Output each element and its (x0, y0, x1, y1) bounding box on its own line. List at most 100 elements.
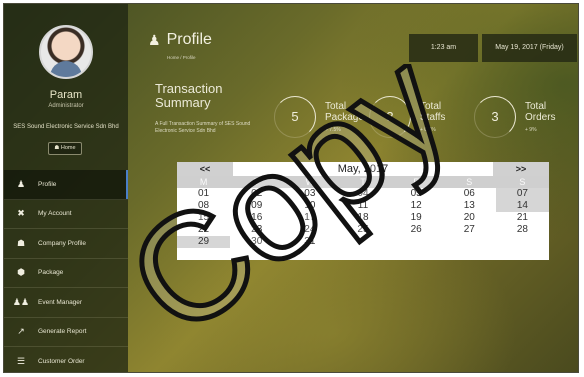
weekday-header: F (389, 176, 443, 188)
weekday-header: W (283, 176, 337, 188)
stat-label-line1: Total (325, 101, 347, 112)
calendar-day[interactable]: 09 (230, 200, 283, 212)
stat-value: 5 (291, 109, 299, 124)
sidebar: Param Administrator SES Sound Electronic… (4, 4, 128, 372)
calendar-day[interactable]: 08 (177, 200, 230, 212)
sidebar-item-label: Package (38, 269, 64, 277)
calendar-day[interactable]: 31 (283, 236, 336, 248)
calendar-day[interactable]: 07 (495, 188, 549, 200)
people-icon: ♟♟ (12, 296, 30, 307)
summary-description: A Full Transaction Summary of SES Sound … (155, 121, 251, 134)
calendar-day[interactable]: 03 (283, 188, 336, 200)
person-icon: ♟ (16, 178, 26, 189)
calendar-day[interactable]: 25 (336, 224, 389, 236)
home-icon: ☗ (54, 145, 60, 151)
calendar-day[interactable]: 23 (230, 224, 283, 236)
weekday-header: M (177, 176, 231, 188)
list-icon: ☰ (16, 355, 26, 366)
calendar-day[interactable]: 01 (177, 188, 230, 200)
stat-total-orders: 3 Total Orders + 9% (473, 95, 569, 140)
sidebar-item-label: Profile (38, 180, 57, 188)
stat-delta: + 7.5% (325, 127, 341, 133)
weekday-header: S (495, 176, 549, 188)
breadcrumb: Home / Profile (167, 55, 196, 60)
sidebar-item-label: Customer Order (38, 357, 85, 365)
clock-time: 1:23 am (409, 34, 478, 62)
calendar-day[interactable]: 30 (230, 236, 283, 248)
person-icon: ♟ (148, 31, 161, 48)
calendar-day[interactable]: 11 (336, 200, 389, 212)
calendar-day[interactable]: 06 (443, 188, 496, 200)
calendar-day[interactable]: 28 (496, 224, 549, 236)
home-button-label: Home (60, 145, 76, 151)
stat-label: Total Orders (525, 101, 556, 123)
calendar-day[interactable]: 22 (177, 224, 230, 236)
sidebar-item-my-account[interactable]: ✖ My Account (4, 200, 128, 229)
summary-title: Transaction Summary (155, 81, 223, 110)
calendar-day[interactable]: 26 (390, 224, 443, 236)
sidebar-item-event-manager[interactable]: ♟♟ Event Manager (4, 288, 128, 318)
calendar-header: << May, 2017 >> (177, 162, 549, 176)
calendar-day[interactable]: 16 (230, 212, 283, 224)
avatar (39, 25, 93, 79)
weekday-header: T (336, 176, 390, 188)
calendar-day[interactable]: 10 (283, 200, 336, 212)
calendar-day[interactable]: 18 (336, 212, 389, 224)
calendar-day[interactable]: 13 (443, 200, 496, 212)
calendar-day[interactable]: 12 (390, 200, 443, 212)
calendar-day[interactable]: 14 (495, 200, 549, 212)
calendar-day[interactable]: 24 (283, 224, 336, 236)
sidebar-item-label: Generate Report (38, 328, 87, 336)
user-company: SES Sound Electronic Service Sdn Bhd (13, 124, 119, 130)
calendar-next-button[interactable]: >> (493, 162, 549, 176)
stat-delta: + 9% (525, 127, 537, 133)
calendar-day[interactable]: 02 (230, 188, 283, 200)
sidebar-item-profile[interactable]: ♟ Profile (4, 170, 128, 200)
calendar-day[interactable]: 27 (443, 224, 496, 236)
calendar: << May, 2017 >> M T W T F S S 01 02 03 04 05 06 07 08 0… (177, 162, 549, 260)
stat-total-package: 5 Total Package + 7.5% (273, 95, 369, 140)
calendar-day[interactable]: 29 (177, 236, 231, 248)
stat-label-line2: Orders (525, 112, 556, 123)
page-title: ♟ Profile (148, 31, 212, 49)
sidebar-nav: ♟ Profile ✖ My Account ☗ Company Profile… (4, 170, 128, 372)
calendar-day[interactable]: 21 (496, 212, 549, 224)
calendar-empty-cell (496, 236, 549, 248)
stat-label: Total Staffs (420, 101, 445, 123)
user-role: Administrator (48, 103, 84, 109)
stat-value: 3 (491, 109, 499, 124)
stat-label-line1: Total (420, 101, 442, 112)
clock-date: May 19, 2017 (Friday) (482, 34, 577, 62)
weekday-header: T (230, 176, 284, 188)
user-name: Param (49, 89, 83, 101)
calendar-month-title: May, 2017 (337, 163, 389, 175)
stat-label-line2: Package (325, 112, 364, 123)
tools-icon: ✖ (17, 208, 25, 219)
stat-value: 3 (386, 109, 394, 124)
app-window: Param Administrator SES Sound Electronic… (3, 3, 579, 373)
sidebar-item-label: My Account (38, 210, 72, 218)
sidebar-item-customer-order[interactable]: ☰ Customer Order (4, 347, 128, 372)
calendar-day[interactable]: 05 (390, 188, 443, 200)
home-button[interactable]: ☗ Home (48, 142, 82, 155)
sidebar-item-package[interactable]: ⬢ Package (4, 259, 128, 288)
calendar-empty-cell (443, 236, 496, 248)
calendar-day[interactable]: 17 (283, 212, 336, 224)
calendar-day[interactable]: 20 (443, 212, 496, 224)
calendar-empty-cell (336, 236, 389, 248)
calendar-prev-button[interactable]: << (177, 162, 233, 176)
calendar-empty-cell (390, 236, 443, 248)
stat-total-staffs: 3 Total Staffs + 0.6% (368, 95, 464, 140)
calendar-grid: M T W T F S S 01 02 03 04 05 06 07 08 09 10 11 12 13 14 15 16 1… (177, 176, 549, 248)
sidebar-item-label: Company Profile (38, 239, 87, 247)
calendar-day[interactable]: 15 (177, 212, 230, 224)
sidebar-item-generate-report[interactable]: ↗ Generate Report (4, 318, 128, 347)
calendar-day[interactable]: 19 (390, 212, 443, 224)
sidebar-item-company-profile[interactable]: ☗ Company Profile (4, 229, 128, 259)
sidebar-item-label: Event Manager (38, 298, 83, 306)
calendar-day[interactable]: 04 (336, 188, 389, 200)
stat-label: Total Package (325, 101, 364, 123)
chart-icon: ↗ (17, 326, 25, 337)
stat-delta: + 0.6% (420, 127, 436, 133)
page-title-text: Profile (166, 31, 212, 48)
